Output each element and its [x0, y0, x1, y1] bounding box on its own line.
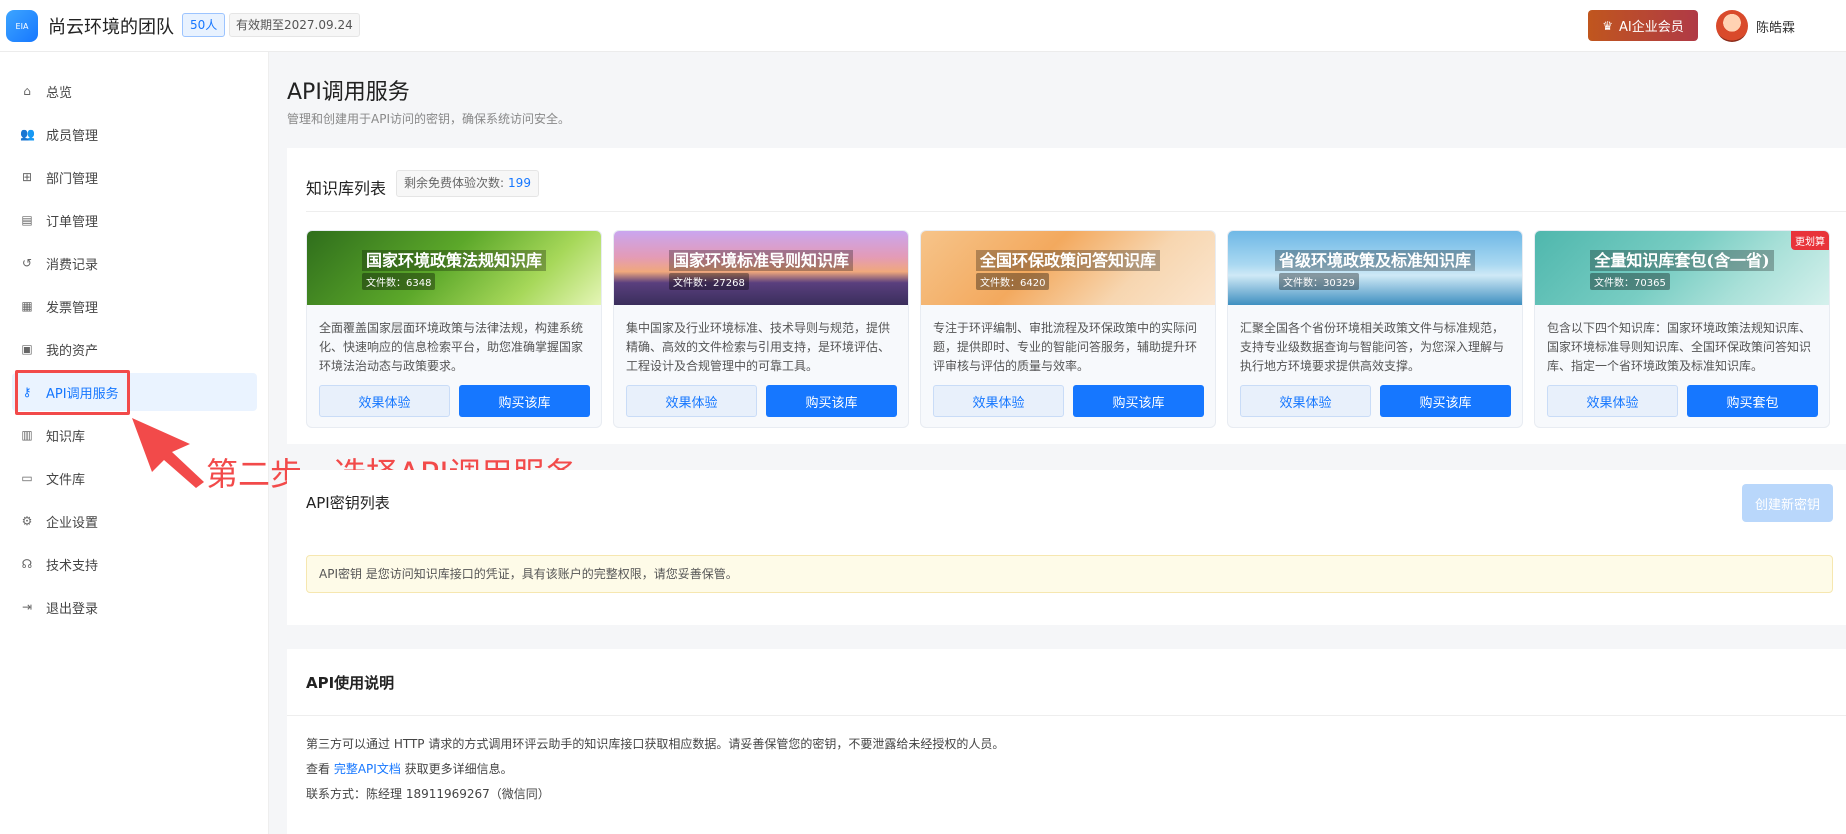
- usage-description: 第三方可以通过 HTTP 请求的方式调用环评云助手的知识库接口获取相应数据。请妥…: [306, 737, 1005, 751]
- sidebar-item-logout[interactable]: ⇥ 退出登录: [12, 588, 257, 626]
- try-button[interactable]: 效果体验: [933, 385, 1064, 417]
- bar-chart-icon: ▥: [21, 428, 33, 442]
- buy-button[interactable]: 购买该库: [459, 385, 590, 417]
- divider: [287, 715, 1846, 716]
- buy-button[interactable]: 购买该库: [1380, 385, 1511, 417]
- value-tag: 更划算: [1791, 231, 1829, 250]
- kb-name: 全量知识库套包(含一省): [1535, 247, 1829, 271]
- page-title: API调用服务: [287, 80, 410, 105]
- kb-name: 国家环境标准导则知识库: [614, 247, 908, 271]
- api-key-notice: API密钥 是您访问知识库接口的凭证，具有该账户的完整权限，请您妥善保管。: [306, 555, 1833, 593]
- sidebar-item-label: 订单管理: [46, 214, 99, 230]
- api-usage-title: API使用说明: [306, 674, 395, 692]
- invoice-icon: ▦: [21, 299, 33, 313]
- sidebar-item-label: 消费记录: [46, 257, 99, 273]
- kb-description: 全面覆盖国家层面环境政策与法律法规，构建系统化、快速响应的信息检索平台，助您准确…: [319, 321, 584, 373]
- usage-doc-line: 查看 完整API文档 获取更多详细信息。: [306, 760, 513, 777]
- kb-name: 国家环境政策法规知识库: [307, 247, 601, 271]
- api-key-section-title: API密钥列表: [306, 494, 390, 512]
- try-button[interactable]: 效果体验: [319, 385, 450, 417]
- sidebar-item-label: 文件库: [46, 472, 86, 488]
- kb-card: 省级环境政策及标准知识库 文件数：30329 汇聚全国各个省份环境相关政策文件与…: [1227, 230, 1523, 428]
- top-header: EIA 尚云环境的团队 50人 有效期至2027.09.24 ♛ AI企业会员 …: [0, 0, 1846, 52]
- sidebar-item-label: 退出登录: [46, 601, 99, 617]
- home-icon: ⌂: [23, 84, 31, 98]
- api-doc-link[interactable]: 完整API文档: [334, 762, 401, 776]
- logout-icon: ⇥: [21, 600, 33, 614]
- sidebar-item-label: 成员管理: [46, 128, 99, 144]
- kb-description: 集中国家及行业环境标准、技术导则与规范，提供精确、高效的文件检索与引用支持，是环…: [626, 321, 891, 373]
- sidebar-item-label: 总览: [46, 85, 73, 101]
- api-usage-section: API使用说明 第三方可以通过 HTTP 请求的方式调用环评云助手的知识库接口获…: [287, 649, 1846, 834]
- page-subtitle: 管理和创建用于API访问的密钥，确保系统访问安全。: [287, 112, 570, 126]
- sidebar-item-label: 发票管理: [46, 300, 99, 316]
- asset-icon: ▣: [21, 342, 33, 356]
- order-icon: ▤: [21, 213, 33, 227]
- ai-enterprise-vip-button[interactable]: ♛ AI企业会员: [1588, 10, 1698, 41]
- vip-label: AI企业会员: [1619, 20, 1684, 35]
- sidebar-item-label: 我的资产: [46, 343, 99, 359]
- kb-description: 专注于环评编制、审批流程及环保政策中的实际问题，提供即时、专业的智能问答服务，辅…: [933, 321, 1198, 373]
- kb-file-count: 文件数：6348: [362, 273, 436, 290]
- username[interactable]: 陈皓霖: [1756, 17, 1795, 36]
- try-button[interactable]: 效果体验: [626, 385, 757, 417]
- sidebar-item-assets[interactable]: ▣ 我的资产: [12, 330, 257, 368]
- divider: [306, 211, 1846, 212]
- buy-button[interactable]: 购买套包: [1687, 385, 1818, 417]
- sidebar-item-tech-support[interactable]: ☊ 技术支持: [12, 545, 257, 583]
- kb-card: 国家环境政策法规知识库 文件数：6348 全面覆盖国家层面环境政策与法律法规，构…: [306, 230, 602, 428]
- sidebar-item-overview[interactable]: ⌂ 总览: [12, 72, 257, 110]
- api-key-section: API密钥列表 创建新密钥 API密钥 是您访问知识库接口的凭证，具有该账户的完…: [287, 470, 1846, 625]
- free-trial-badge: 剩余免费体验次数: 199: [396, 170, 539, 197]
- highlight-box: [15, 370, 130, 415]
- headset-icon: ☊: [21, 557, 33, 571]
- app-logo[interactable]: EIA: [6, 10, 38, 42]
- history-icon: ↺: [21, 256, 33, 270]
- usage-contact: 联系方式：陈经理 18911969267（微信同）: [306, 787, 550, 801]
- usage-doc-suffix: 获取更多详细信息。: [404, 762, 513, 776]
- sidebar-item-members[interactable]: 👥 成员管理: [12, 115, 257, 153]
- kb-file-count: 文件数：70365: [1590, 273, 1670, 290]
- kb-card: 国家环境标准导则知识库 文件数：27268 集中国家及行业环境标准、技术导则与规…: [613, 230, 909, 428]
- knowledge-base-section: 知识库列表 剩余免费体验次数: 199 国家环境政策法规知识库 文件数：6348 …: [287, 148, 1846, 444]
- kb-name: 全国环保政策问答知识库: [921, 247, 1215, 271]
- kb-card: 全国环保政策问答知识库 文件数：6420 专注于环评编制、审批流程及环保政策中的…: [920, 230, 1216, 428]
- avatar[interactable]: [1716, 10, 1748, 42]
- kb-description: 包含以下四个知识库：国家环境政策法规知识库、国家环境标准导则知识库、全国环保政策…: [1547, 321, 1812, 373]
- try-button[interactable]: 效果体验: [1547, 385, 1678, 417]
- usage-doc-prefix: 查看: [306, 762, 331, 776]
- sidebar-item-orders[interactable]: ▤ 订单管理: [12, 201, 257, 239]
- kb-file-count: 文件数：6420: [976, 273, 1050, 290]
- sidebar-item-label: 部门管理: [46, 171, 99, 187]
- sidebar-item-departments[interactable]: ⊞ 部门管理: [12, 158, 257, 196]
- org-chart-icon: ⊞: [21, 170, 33, 184]
- kb-file-count: 文件数：30329: [1279, 273, 1359, 290]
- sidebar-item-enterprise-settings[interactable]: ⚙ 企业设置: [12, 502, 257, 540]
- folder-icon: ▭: [21, 471, 33, 485]
- member-count-badge: 50人: [182, 13, 226, 37]
- sidebar-item-label: 企业设置: [46, 515, 99, 531]
- kb-section-title: 知识库列表: [306, 179, 387, 198]
- free-label: 剩余免费体验次数:: [404, 176, 505, 190]
- kb-card: 全量知识库套包(含一省) 文件数：70365 更划算 包含以下四个知识库：国家环…: [1534, 230, 1830, 428]
- sidebar-item-label: 技术支持: [46, 558, 99, 574]
- gear-icon: ⚙: [21, 514, 33, 528]
- kb-description: 汇聚全国各个省份环境相关政策文件与标准规范，支持专业级数据查询与智能问答，为您深…: [1240, 321, 1505, 373]
- sidebar-item-label: 知识库: [46, 429, 86, 445]
- kb-name: 省级环境政策及标准知识库: [1228, 247, 1522, 271]
- buy-button[interactable]: 购买该库: [766, 385, 897, 417]
- crown-icon: ♛: [1602, 18, 1614, 33]
- team-name: 尚云环境的团队: [48, 17, 174, 38]
- create-key-button[interactable]: 创建新密钥: [1742, 484, 1833, 522]
- sidebar-item-invoices[interactable]: ▦ 发票管理: [12, 287, 257, 325]
- buy-button[interactable]: 购买该库: [1073, 385, 1204, 417]
- try-button[interactable]: 效果体验: [1240, 385, 1371, 417]
- users-icon: 👥: [20, 127, 35, 141]
- sidebar-item-consumption[interactable]: ↺ 消费记录: [12, 244, 257, 282]
- free-count: 199: [508, 176, 531, 190]
- kb-file-count: 文件数：27268: [669, 273, 749, 290]
- annotation-arrow: [132, 418, 204, 488]
- expire-badge: 有效期至2027.09.24: [229, 13, 360, 37]
